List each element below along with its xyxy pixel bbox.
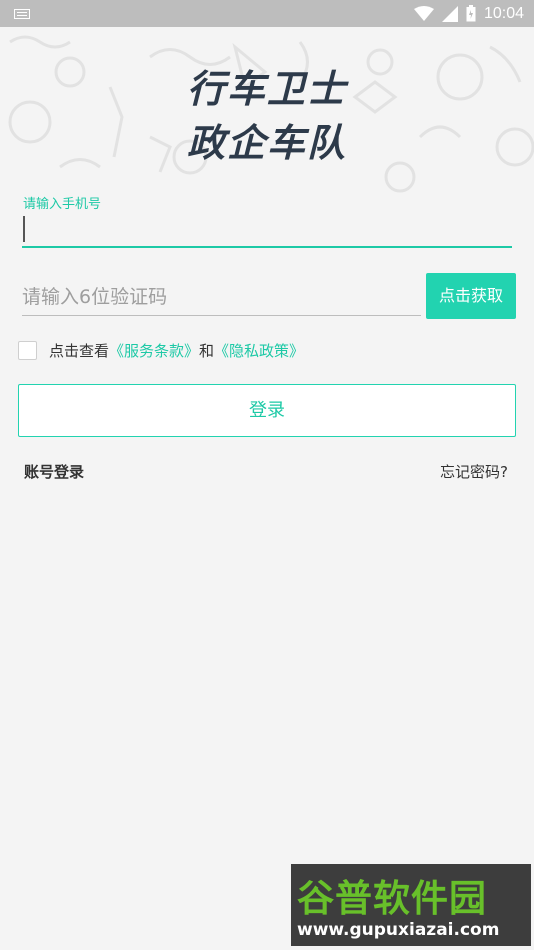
get-code-button[interactable]: 点击获取 <box>426 273 516 319</box>
keyboard-icon <box>14 8 30 19</box>
title-line-1: 行车卫士 <box>186 66 347 111</box>
phone-field-label: 请输入手机号 <box>23 197 102 212</box>
watermark-logo: 谷普软件园 www.gupuxiazai.com <box>291 864 531 946</box>
agreement-conjunction: 和 <box>199 342 215 360</box>
status-time: 10:04 <box>483 4 524 22</box>
verification-code-input[interactable]: 请输入6位验证码 <box>22 280 421 316</box>
signal-icon <box>441 5 458 22</box>
status-left <box>14 8 30 19</box>
battery-icon <box>466 5 476 22</box>
app-title: 行车卫士 政企车队 <box>0 62 534 170</box>
status-bar: 10:04 <box>0 0 534 27</box>
forgot-password-link[interactable]: 忘记密码? <box>440 461 508 482</box>
login-button[interactable]: 登录 <box>18 384 516 437</box>
phone-input[interactable] <box>22 212 512 248</box>
privacy-link[interactable]: 《隐私政策》 <box>214 342 304 360</box>
account-login-link[interactable]: 账号登录 <box>24 461 84 482</box>
wifi-icon <box>413 5 434 21</box>
title-line-2: 政企车队 <box>186 120 347 165</box>
agreement-row: 点击查看《服务条款》和《隐私政策》 <box>18 340 304 361</box>
agreement-checkbox[interactable] <box>18 341 37 360</box>
watermark-name: 谷普软件园 <box>297 877 487 920</box>
text-caret <box>23 216 25 242</box>
agreement-prefix: 点击查看 <box>49 342 110 360</box>
status-right: 10:04 <box>413 4 524 23</box>
watermark-url: www.gupuxiazai.com <box>297 920 500 940</box>
terms-link[interactable]: 《服务条款》 <box>109 342 199 360</box>
agreement-text: 点击查看《服务条款》和《隐私政策》 <box>49 340 304 361</box>
